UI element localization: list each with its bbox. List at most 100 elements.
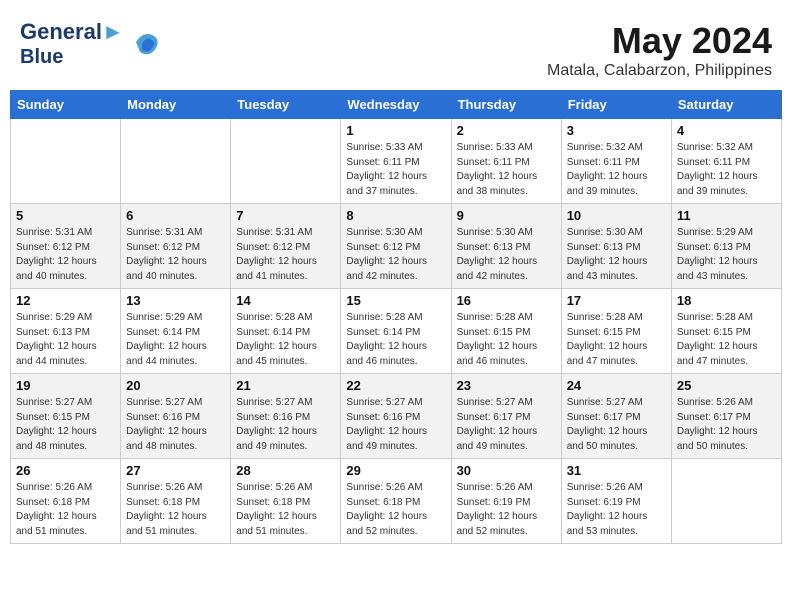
day-info: Sunrise: 5:30 AMSunset: 6:13 PMDaylight:… [567, 226, 666, 284]
day-info: Sunrise: 5:31 AMSunset: 6:12 PMDaylight:… [236, 226, 335, 284]
day-info: Sunrise: 5:28 AMSunset: 6:15 PMDaylight:… [567, 311, 666, 369]
day-info: Sunrise: 5:27 AMSunset: 6:17 PMDaylight:… [567, 396, 666, 454]
day-info: Sunrise: 5:26 AMSunset: 6:19 PMDaylight:… [567, 481, 666, 539]
calendar-cell [11, 119, 121, 204]
calendar-cell: 5 Sunrise: 5:31 AMSunset: 6:12 PMDayligh… [11, 204, 121, 289]
day-number: 15 [346, 293, 445, 308]
weekday-header-thursday: Thursday [451, 91, 561, 119]
title-block: May 2024 Matala, Calabarzon, Philippines [547, 20, 772, 80]
day-number: 22 [346, 378, 445, 393]
day-number: 16 [457, 293, 556, 308]
calendar-cell: 20 Sunrise: 5:27 AMSunset: 6:16 PMDaylig… [121, 374, 231, 459]
day-info: Sunrise: 5:28 AMSunset: 6:15 PMDaylight:… [677, 311, 776, 369]
day-number: 20 [126, 378, 225, 393]
calendar-cell: 23 Sunrise: 5:27 AMSunset: 6:17 PMDaylig… [451, 374, 561, 459]
day-info: Sunrise: 5:28 AMSunset: 6:14 PMDaylight:… [346, 311, 445, 369]
day-info: Sunrise: 5:31 AMSunset: 6:12 PMDaylight:… [126, 226, 225, 284]
day-number: 14 [236, 293, 335, 308]
day-info: Sunrise: 5:26 AMSunset: 6:17 PMDaylight:… [677, 396, 776, 454]
weekday-header-wednesday: Wednesday [341, 91, 451, 119]
day-number: 17 [567, 293, 666, 308]
calendar-cell: 19 Sunrise: 5:27 AMSunset: 6:15 PMDaylig… [11, 374, 121, 459]
day-info: Sunrise: 5:28 AMSunset: 6:14 PMDaylight:… [236, 311, 335, 369]
calendar-cell: 30 Sunrise: 5:26 AMSunset: 6:19 PMDaylig… [451, 459, 561, 544]
calendar-cell: 1 Sunrise: 5:33 AMSunset: 6:11 PMDayligh… [341, 119, 451, 204]
calendar-week-row: 12 Sunrise: 5:29 AMSunset: 6:13 PMDaylig… [11, 289, 782, 374]
calendar-cell: 24 Sunrise: 5:27 AMSunset: 6:17 PMDaylig… [561, 374, 671, 459]
day-number: 13 [126, 293, 225, 308]
calendar-cell: 31 Sunrise: 5:26 AMSunset: 6:19 PMDaylig… [561, 459, 671, 544]
calendar-cell: 2 Sunrise: 5:33 AMSunset: 6:11 PMDayligh… [451, 119, 561, 204]
calendar-cell: 21 Sunrise: 5:27 AMSunset: 6:16 PMDaylig… [231, 374, 341, 459]
calendar-cell: 4 Sunrise: 5:32 AMSunset: 6:11 PMDayligh… [671, 119, 781, 204]
day-number: 7 [236, 208, 335, 223]
day-number: 30 [457, 463, 556, 478]
day-number: 4 [677, 123, 776, 138]
calendar-cell: 9 Sunrise: 5:30 AMSunset: 6:13 PMDayligh… [451, 204, 561, 289]
day-info: Sunrise: 5:33 AMSunset: 6:11 PMDaylight:… [457, 141, 556, 199]
calendar-week-row: 26 Sunrise: 5:26 AMSunset: 6:18 PMDaylig… [11, 459, 782, 544]
day-number: 9 [457, 208, 556, 223]
day-info: Sunrise: 5:27 AMSunset: 6:16 PMDaylight:… [346, 396, 445, 454]
calendar-cell: 29 Sunrise: 5:26 AMSunset: 6:18 PMDaylig… [341, 459, 451, 544]
day-info: Sunrise: 5:32 AMSunset: 6:11 PMDaylight:… [677, 141, 776, 199]
day-info: Sunrise: 5:27 AMSunset: 6:17 PMDaylight:… [457, 396, 556, 454]
day-number: 21 [236, 378, 335, 393]
day-number: 23 [457, 378, 556, 393]
day-info: Sunrise: 5:27 AMSunset: 6:15 PMDaylight:… [16, 396, 115, 454]
day-info: Sunrise: 5:27 AMSunset: 6:16 PMDaylight:… [236, 396, 335, 454]
day-number: 1 [346, 123, 445, 138]
calendar-table: SundayMondayTuesdayWednesdayThursdayFrid… [10, 90, 782, 544]
calendar-cell [121, 119, 231, 204]
logo: General►Blue [20, 20, 160, 68]
day-number: 31 [567, 463, 666, 478]
calendar-cell: 28 Sunrise: 5:26 AMSunset: 6:18 PMDaylig… [231, 459, 341, 544]
weekday-header-tuesday: Tuesday [231, 91, 341, 119]
day-number: 25 [677, 378, 776, 393]
calendar-week-row: 1 Sunrise: 5:33 AMSunset: 6:11 PMDayligh… [11, 119, 782, 204]
page-header: General►Blue May 2024 Matala, Calabarzon… [10, 10, 782, 85]
day-info: Sunrise: 5:30 AMSunset: 6:12 PMDaylight:… [346, 226, 445, 284]
calendar-cell: 10 Sunrise: 5:30 AMSunset: 6:13 PMDaylig… [561, 204, 671, 289]
day-info: Sunrise: 5:29 AMSunset: 6:13 PMDaylight:… [677, 226, 776, 284]
calendar-cell [671, 459, 781, 544]
day-info: Sunrise: 5:26 AMSunset: 6:18 PMDaylight:… [346, 481, 445, 539]
weekday-header-saturday: Saturday [671, 91, 781, 119]
day-number: 3 [567, 123, 666, 138]
day-info: Sunrise: 5:29 AMSunset: 6:14 PMDaylight:… [126, 311, 225, 369]
day-info: Sunrise: 5:26 AMSunset: 6:18 PMDaylight:… [16, 481, 115, 539]
calendar-cell: 17 Sunrise: 5:28 AMSunset: 6:15 PMDaylig… [561, 289, 671, 374]
calendar-week-row: 5 Sunrise: 5:31 AMSunset: 6:12 PMDayligh… [11, 204, 782, 289]
day-info: Sunrise: 5:26 AMSunset: 6:18 PMDaylight:… [236, 481, 335, 539]
day-number: 6 [126, 208, 225, 223]
day-info: Sunrise: 5:29 AMSunset: 6:13 PMDaylight:… [16, 311, 115, 369]
calendar-cell: 25 Sunrise: 5:26 AMSunset: 6:17 PMDaylig… [671, 374, 781, 459]
calendar-cell: 13 Sunrise: 5:29 AMSunset: 6:14 PMDaylig… [121, 289, 231, 374]
logo-icon [128, 26, 160, 58]
calendar-cell: 27 Sunrise: 5:26 AMSunset: 6:18 PMDaylig… [121, 459, 231, 544]
calendar-week-row: 19 Sunrise: 5:27 AMSunset: 6:15 PMDaylig… [11, 374, 782, 459]
month-title: May 2024 [547, 20, 772, 62]
calendar-cell: 14 Sunrise: 5:28 AMSunset: 6:14 PMDaylig… [231, 289, 341, 374]
calendar-cell: 11 Sunrise: 5:29 AMSunset: 6:13 PMDaylig… [671, 204, 781, 289]
calendar-cell [231, 119, 341, 204]
weekday-header-monday: Monday [121, 91, 231, 119]
calendar-cell: 8 Sunrise: 5:30 AMSunset: 6:12 PMDayligh… [341, 204, 451, 289]
day-number: 5 [16, 208, 115, 223]
day-number: 26 [16, 463, 115, 478]
day-info: Sunrise: 5:33 AMSunset: 6:11 PMDaylight:… [346, 141, 445, 199]
day-number: 8 [346, 208, 445, 223]
location-title: Matala, Calabarzon, Philippines [547, 62, 772, 80]
day-number: 29 [346, 463, 445, 478]
calendar-cell: 22 Sunrise: 5:27 AMSunset: 6:16 PMDaylig… [341, 374, 451, 459]
weekday-header-row: SundayMondayTuesdayWednesdayThursdayFrid… [11, 91, 782, 119]
calendar-cell: 15 Sunrise: 5:28 AMSunset: 6:14 PMDaylig… [341, 289, 451, 374]
day-number: 27 [126, 463, 225, 478]
day-info: Sunrise: 5:30 AMSunset: 6:13 PMDaylight:… [457, 226, 556, 284]
day-info: Sunrise: 5:31 AMSunset: 6:12 PMDaylight:… [16, 226, 115, 284]
weekday-header-friday: Friday [561, 91, 671, 119]
calendar-cell: 18 Sunrise: 5:28 AMSunset: 6:15 PMDaylig… [671, 289, 781, 374]
day-number: 11 [677, 208, 776, 223]
calendar-cell: 6 Sunrise: 5:31 AMSunset: 6:12 PMDayligh… [121, 204, 231, 289]
day-info: Sunrise: 5:26 AMSunset: 6:19 PMDaylight:… [457, 481, 556, 539]
